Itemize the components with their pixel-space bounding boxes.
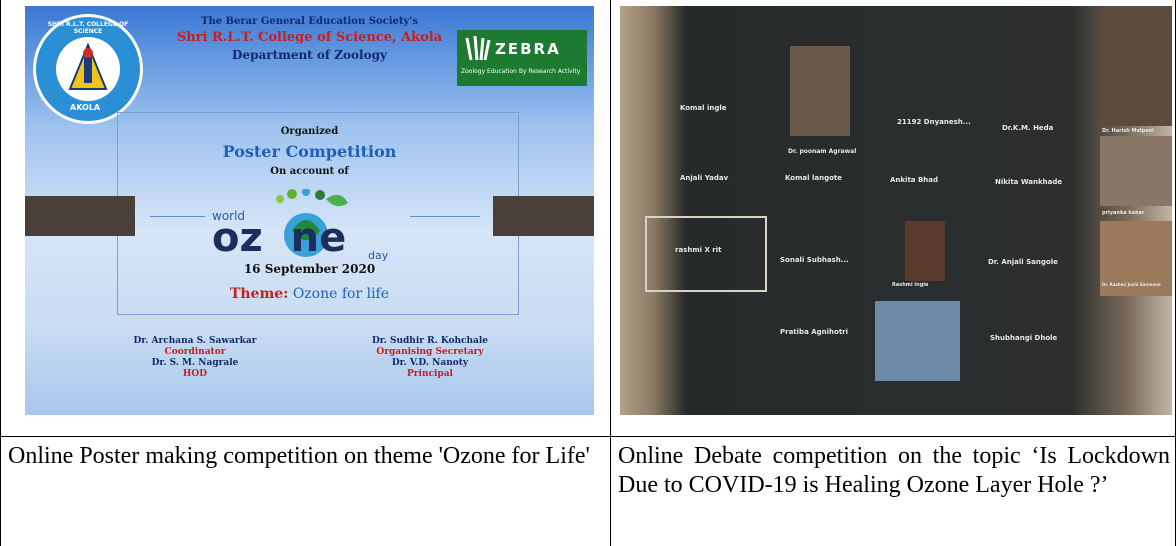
participant-name: Pratiba Agnihotri [780,328,849,336]
zebra-title: ZEBRA [495,40,561,58]
divider-left [150,216,205,217]
event-date: 16 September 2020 [243,262,376,276]
video-meeting-photo: Komal ingle Dr. poonam Agrawal 21192 Dny… [620,6,1172,415]
signatory-role: Organising Secretary [376,347,484,357]
world-ozone-day-logo: world oz ne day [200,189,420,265]
table-border-row [0,436,1176,437]
right-banner-bar [493,196,594,236]
organized-label: Organized [280,126,339,137]
caption-right: Online Debate competition on the topic ‘… [618,443,1170,498]
theme-label: Theme: [229,286,289,302]
participant-name: priyanka kakar [1102,210,1145,216]
zebra-stripes-icon [465,35,491,61]
selected-tile-border [645,216,767,292]
theme-value: Ozone for life [292,286,390,302]
signatory-role: Principal [407,369,453,379]
participant-name: Nikita Wankhade [995,178,1063,186]
signatory-coordinator: Dr. Archana S. Sawarkar Coordinator Dr. … [120,336,270,380]
on-account-label: On account of [270,166,349,177]
theme-line: Theme: Ozone for life [25,286,594,302]
signatory-name: Dr. Sudhir R. Kohchale [371,336,489,346]
signatory-role: Coordinator [164,347,226,357]
table-border-left [0,0,1,546]
video-tile [1100,136,1172,206]
signatory-name: Dr. S. M. Nagrale [151,358,239,368]
ozone-word-main: oz ne [212,215,347,261]
participant-name: Anjali Yadav [680,174,729,182]
participant-name: rashmi X rit [675,246,722,254]
signatory-name: Dr. Archana S. Sawarkar [133,336,257,346]
society-name: The Berar General Education Society's [201,16,418,27]
signatory-name: Dr. V.D. Nanoty [391,358,469,368]
participant-name: Komal ingle [680,104,727,112]
participant-name: Dr.K.M. Heda [1002,124,1054,132]
logo-bottom-text: AKOLA [70,103,101,112]
participant-name: 21192 Dnyanesh... [897,118,971,126]
video-tile [1100,6,1172,126]
participant-name: Dr. Harish Malpani [1102,128,1154,134]
table-border-middle [610,0,611,546]
left-banner-bar [25,196,135,236]
signatory-role: HOD [182,369,208,379]
participant-name: Rashmi ingle [892,282,929,288]
document-table: SHRI R.L.T. COLLEGE OF SCIENCE AKOLA The… [0,0,1176,546]
caption-left: Online Poster making competition on them… [8,443,590,469]
participant-name: Ankita Bhad [890,176,939,184]
participant-name: Sonali Subhash... [780,256,849,264]
video-tile [905,221,945,281]
event-title: Poster Competition [222,142,397,161]
signatory-secretary: Dr. Sudhir R. Kohchale Organising Secret… [355,336,505,380]
participant-name: Dr. poonam Agrawal [788,148,857,155]
participant-name: Dr. Anjali Sangole [988,258,1058,266]
zebra-logo: ZEBRA Zoology Education By Research Acti… [457,30,587,86]
ozone-word-bottom: day [368,249,389,262]
divider-right [410,216,480,217]
poster-image: SHRI R.L.T. COLLEGE OF SCIENCE AKOLA The… [25,6,594,415]
video-tile [875,301,960,381]
participant-name: Komal langote [785,174,842,182]
logo-emblem [56,37,120,101]
participant-name: Dr. Rashmi Joshi Sanmane [1102,282,1161,287]
video-tile [790,46,850,136]
zebra-subtitle: Zoology Education By Research Activity [461,68,581,75]
participant-name: Shubhangi Dhole [990,334,1058,342]
